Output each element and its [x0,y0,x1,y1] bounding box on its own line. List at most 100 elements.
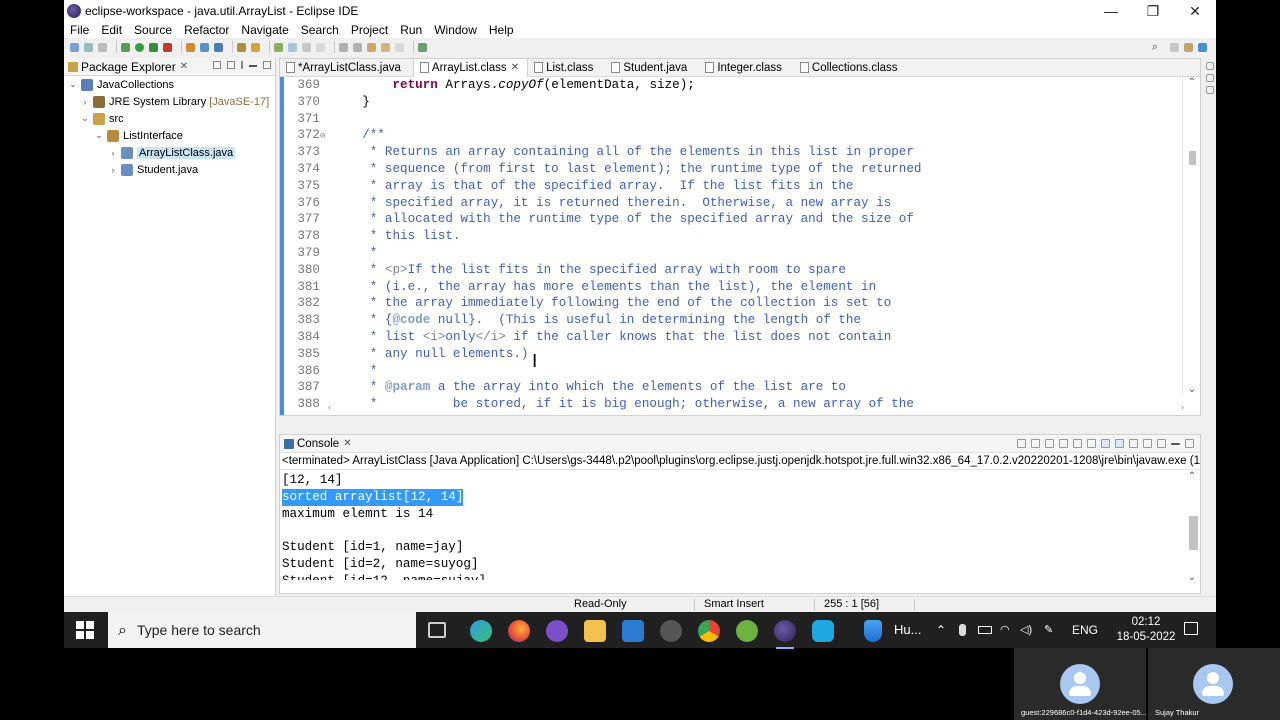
skype-icon[interactable] [812,620,834,642]
editor-tab[interactable]: *ArrayListClass.java [280,59,413,77]
scroll-down-icon[interactable]: ⌄ [1183,384,1201,395]
editor-vertical-scrollbar[interactable]: ⌃ ⌄ [1182,77,1200,397]
menu-run[interactable]: Run [394,22,428,38]
terminate-icon[interactable] [1017,439,1026,448]
new-java-project-icon[interactable] [186,42,195,52]
tree-item[interactable]: ⌄ JavaCollections [64,76,275,93]
run-icon[interactable] [135,42,144,52]
toggle-mark-icon[interactable] [274,42,283,52]
scroll-up-icon[interactable]: ⌃ [1183,77,1201,88]
menu-source[interactable]: Source [128,22,178,38]
console-output[interactable]: [12, 14] sorted arraylist[12, 14] maximum … [280,470,1200,580]
toggle-highlight-icon[interactable] [288,42,297,52]
tree-item[interactable]: ⌄ src [64,110,275,127]
windows-start-icon[interactable] [76,621,94,639]
pin-editor-icon[interactable] [418,42,427,52]
open-perspective-icon[interactable] [1170,42,1179,52]
external-tools-icon[interactable] [163,42,172,52]
next-annotation-icon[interactable] [339,42,348,52]
word-wrap-icon[interactable] [1087,439,1096,448]
volume-icon[interactable]: ◁) [1020,612,1032,648]
prev-annotation-icon[interactable] [353,42,362,52]
forward-icon[interactable] [395,42,404,52]
system-clock[interactable]: 02:12 18-05-2022 [1116,615,1176,645]
maximize-view-icon[interactable] [1185,439,1194,448]
view-menu-icon[interactable] [241,61,243,69]
code-area[interactable]: 369 return Arrays.copyOf(elementData, si… [280,77,1200,415]
package-explorer-tab[interactable]: Package Explorer ✕ [64,58,275,76]
expanded-arrow-icon[interactable]: ⌄ [68,79,78,90]
outline-icon[interactable] [1206,62,1214,70]
pen-icon[interactable]: ✎ [1044,612,1053,648]
vscode-icon[interactable] [622,620,644,642]
participant-tile[interactable]: Sujay Thakur [1148,648,1280,720]
show-on-error-icon[interactable] [1115,439,1124,448]
minimize-view-icon[interactable] [1171,443,1180,445]
firefox-icon[interactable] [508,620,530,642]
scroll-up-icon[interactable]: ⌃ [1184,471,1200,482]
participant-tile[interactable]: guest:229686c0-f1d4-423d-92ee-05... [1014,648,1147,720]
collapsed-arrow-icon[interactable]: › [108,165,118,175]
weather-text[interactable]: Hu... [894,612,921,648]
expanded-arrow-icon[interactable]: ⌄ [94,130,104,141]
restore-button[interactable]: ❐ [1132,0,1174,22]
collapsed-arrow-icon[interactable]: › [108,148,118,158]
java-ee-perspective-icon[interactable] [1184,42,1193,52]
language-indicator[interactable]: ENG [1072,612,1098,648]
spring-tools-icon[interactable] [736,620,758,642]
last-edit-icon[interactable] [367,42,376,52]
tree-item[interactable]: › Student.java [64,161,275,178]
close-icon[interactable]: ✕ [511,62,519,73]
new-icon[interactable] [70,42,79,52]
show-whitespace-icon[interactable] [316,42,325,52]
file-explorer-icon[interactable] [584,620,606,642]
menu-window[interactable]: Window [428,22,483,38]
chevron-up-icon[interactable]: ⌃ [936,612,946,648]
battery-icon[interactable] [978,626,992,634]
close-icon[interactable]: ✕ [180,61,188,72]
pin-console-icon[interactable] [1129,439,1138,448]
editor-tab[interactable]: List.class [528,59,605,77]
save-all-icon[interactable] [98,42,107,52]
search-icon[interactable]: ⌕ [1152,40,1158,54]
menu-search[interactable]: Search [295,22,345,38]
link-with-editor-icon[interactable] [227,61,235,69]
block-selection-icon[interactable] [302,42,311,52]
remove-launch-icon[interactable] [1031,439,1040,448]
scroll-thumb[interactable] [1189,151,1196,165]
task-list-icon[interactable] [1206,74,1214,82]
display-console-icon[interactable] [1143,439,1152,448]
new-package-icon[interactable] [200,42,209,52]
expanded-arrow-icon[interactable]: ⌄ [80,113,90,124]
scroll-lock-icon[interactable] [1073,439,1082,448]
taskbar-search-box[interactable]: ⌕ Type here to search [108,612,416,648]
tree-item[interactable]: ⌄ ListInterface [64,127,275,144]
minimize-view-icon[interactable] [249,65,257,67]
collapsed-arrow-icon[interactable]: › [80,97,90,107]
tree-item[interactable]: › JRE System Library [JavaSE-17] [64,93,275,110]
editor-tab[interactable]: Student.java [605,59,699,77]
console-tab[interactable]: Console ✕ [280,435,1200,453]
menu-file[interactable]: File [64,22,95,38]
open-console-icon[interactable] [1157,439,1166,448]
editor-tab[interactable]: Collections.class [794,59,910,77]
fold-toggle-icon[interactable]: ⊖ [320,128,332,145]
menu-help[interactable]: Help [483,22,520,38]
save-icon[interactable] [84,42,93,52]
java-perspective-icon[interactable] [1198,42,1207,52]
collapse-all-icon[interactable] [213,61,221,69]
wifi-icon[interactable]: ◠ [1000,612,1010,648]
microphone-icon[interactable] [959,624,966,636]
menu-edit[interactable]: Edit [95,22,128,38]
task-view-icon[interactable] [428,622,446,638]
debug-icon[interactable] [121,42,130,52]
editor-horizontal-scrollbar[interactable]: ‹ › [328,402,1184,415]
edge-browser-icon[interactable] [470,620,492,642]
back-icon[interactable] [381,42,390,52]
coverage-icon[interactable] [149,42,158,52]
tree-item[interactable]: › ArrayListClass.java [64,144,275,161]
menu-project[interactable]: Project [345,22,394,38]
new-class-icon[interactable] [214,42,223,52]
menu-refactor[interactable]: Refactor [178,22,235,38]
open-type-icon[interactable] [237,42,246,52]
